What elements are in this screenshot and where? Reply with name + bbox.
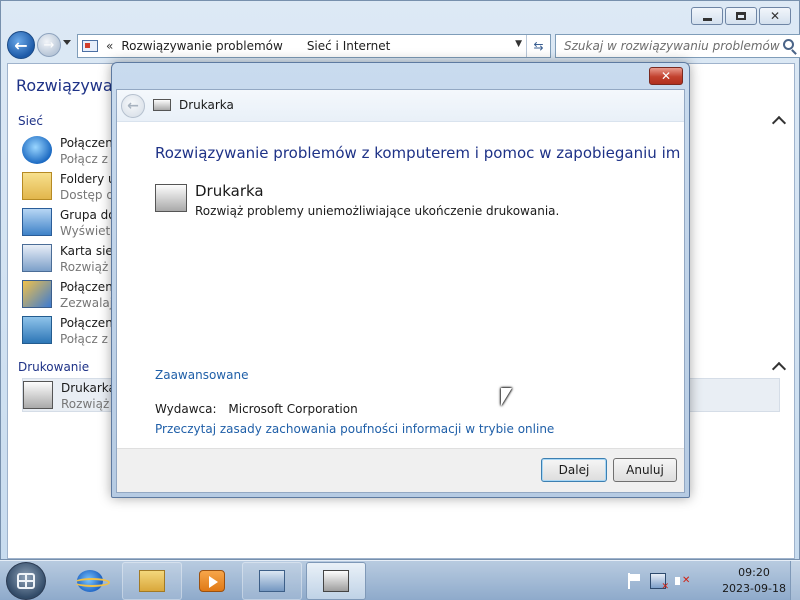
tile-name: Połączenia [60, 280, 112, 294]
tile-name: Foldery ud [60, 172, 112, 186]
recent-pages-dropdown[interactable] [63, 40, 71, 45]
breadcrumb-network-internet[interactable]: Sieć i Internet [307, 39, 391, 53]
clock-date: 2023-09-18 [722, 582, 786, 595]
printer-icon [153, 99, 171, 111]
tile-desc: Dostęp do [60, 188, 112, 202]
taskbar: 09:20 2023-09-18 [0, 560, 800, 600]
windows-explorer-icon [139, 570, 165, 592]
close-icon: ✕ [769, 9, 781, 23]
tile-desc: Połącz z In [60, 152, 112, 166]
advanced-link[interactable]: Zaawansowane [155, 368, 248, 382]
breadcrumb-troubleshooting[interactable]: Rozwiązywanie problemów [121, 39, 282, 53]
tile-desc: Zezwalaj i [60, 296, 112, 310]
close-icon: ✕ [660, 69, 672, 83]
back-arrow-icon: ← [14, 35, 28, 55]
taskbar-control-panel[interactable] [242, 562, 302, 600]
dialog-body: ← Drukarka Rozwiązywanie problemów z kom… [116, 89, 685, 493]
incoming-connections-icon [22, 280, 52, 308]
dialog-header-title: Drukarka [179, 98, 234, 112]
taskbar-printer-troubleshooter[interactable] [306, 562, 366, 600]
system-tray: 09:20 2023-09-18 [620, 561, 800, 600]
troubleshooter-name: Drukarka [195, 182, 264, 200]
forward-button[interactable]: → [37, 33, 61, 57]
windows-logo-icon [17, 573, 35, 589]
address-dropdown-icon[interactable]: ▼ [515, 39, 522, 49]
address-chevron[interactable]: « [106, 39, 113, 53]
dialog-close-button[interactable]: ✕ [649, 67, 683, 85]
tile-desc: Rozwiąż p [60, 260, 112, 274]
search-icon[interactable] [783, 39, 794, 50]
refresh-button[interactable]: ⇆ [526, 35, 550, 57]
refresh-icon: ⇆ [533, 39, 544, 53]
tile-desc: Połącz z s [60, 332, 112, 346]
search-placeholder: Szukaj w rozwiązywaniu problemów [564, 39, 780, 53]
publisher-label: Wydawca: [155, 402, 217, 416]
minimize-icon [702, 17, 712, 21]
taskbar-windows-explorer[interactable] [122, 562, 182, 600]
clock-time: 09:20 [738, 566, 770, 579]
dialog-title: Rozwiązywanie problemów z komputerem i p… [155, 144, 681, 162]
volume-muted-icon[interactable] [674, 573, 690, 589]
window-controls: ✕ [691, 7, 791, 25]
internet-explorer-icon [74, 570, 110, 592]
cancel-button[interactable]: Anuluj [613, 458, 677, 482]
homegroup-icon [22, 208, 52, 236]
tile-desc: Wyświetl [60, 224, 112, 238]
address-bar[interactable]: « Rozwiązywanie problemów Sieć i Interne… [77, 34, 551, 58]
control-panel-icon [259, 570, 285, 592]
dialog-back-button[interactable]: ← [121, 94, 145, 118]
shared-folder-icon [22, 172, 52, 200]
tile-directaccess[interactable]: Połączenie Połącz z s [22, 314, 112, 348]
taskbar-media-player[interactable] [182, 562, 242, 600]
search-input[interactable]: Szukaj w rozwiązywaniu problemów [555, 34, 800, 58]
back-arrow-icon: ← [127, 98, 139, 114]
forward-arrow-icon: → [43, 37, 55, 53]
collapse-printing-icon[interactable] [771, 361, 787, 377]
tile-name: Drukarka [61, 381, 113, 395]
tile-incoming-connections[interactable]: Połączenia Zezwalaj i [22, 278, 112, 312]
next-button[interactable]: Dalej [541, 458, 607, 482]
troubleshooter-description: Rozwiąż problemy uniemożliwiające ukończ… [195, 204, 560, 218]
taskbar-internet-explorer[interactable] [60, 562, 120, 600]
printer-icon [23, 381, 53, 409]
section-heading-network: Sieć [18, 114, 43, 128]
back-button[interactable]: ← [7, 31, 35, 59]
start-button[interactable] [6, 562, 46, 600]
dialog-header: ← Drukarka [117, 90, 684, 122]
tile-name: Grupa dom [60, 208, 112, 222]
tile-name: Połączenie [60, 316, 112, 330]
tile-shared-folders[interactable]: Foldery ud Dostęp do [22, 170, 112, 204]
control-panel-icon [82, 40, 98, 52]
globe-icon [22, 136, 52, 164]
close-window-button[interactable]: ✕ [759, 7, 791, 25]
tile-name: Karta sieci [60, 244, 112, 258]
tile-network-adapter[interactable]: Karta sieci Rozwiąż p [22, 242, 112, 276]
publisher-value: Microsoft Corporation [228, 402, 358, 416]
navigation-bar: ← → « Rozwiązywanie problemów Sieć i Int… [7, 31, 800, 59]
printer-troubleshooter-dialog: ✕ ← Drukarka Rozwiązywanie problemów z k… [111, 62, 690, 498]
maximize-button[interactable] [725, 7, 757, 25]
collapse-network-icon[interactable] [771, 115, 787, 131]
maximize-icon [736, 12, 746, 20]
directaccess-icon [22, 316, 52, 344]
publisher-row: Wydawca: Microsoft Corporation [155, 402, 358, 416]
network-disconnected-icon[interactable] [650, 573, 669, 592]
tile-desc: Rozwiąż p [61, 397, 113, 411]
tile-name: Połączenia [60, 136, 112, 150]
tile-internet-connections[interactable]: Połączenia Połącz z In [22, 134, 112, 168]
clock[interactable]: 09:20 2023-09-18 [722, 565, 786, 597]
show-desktop-button[interactable] [790, 561, 800, 600]
section-heading-printing: Drukowanie [18, 360, 90, 374]
media-player-icon [199, 570, 225, 592]
mouse-cursor-icon [501, 388, 512, 406]
printer-icon [323, 570, 349, 592]
network-adapter-icon [22, 244, 52, 272]
printer-icon [155, 184, 187, 212]
action-center-flag-icon[interactable] [626, 573, 642, 589]
dialog-footer: Dalej Anuluj [117, 448, 684, 492]
privacy-link[interactable]: Przeczytaj zasady zachowania poufności i… [155, 422, 554, 436]
minimize-button[interactable] [691, 7, 723, 25]
tile-homegroup[interactable]: Grupa dom Wyświetl [22, 206, 112, 240]
